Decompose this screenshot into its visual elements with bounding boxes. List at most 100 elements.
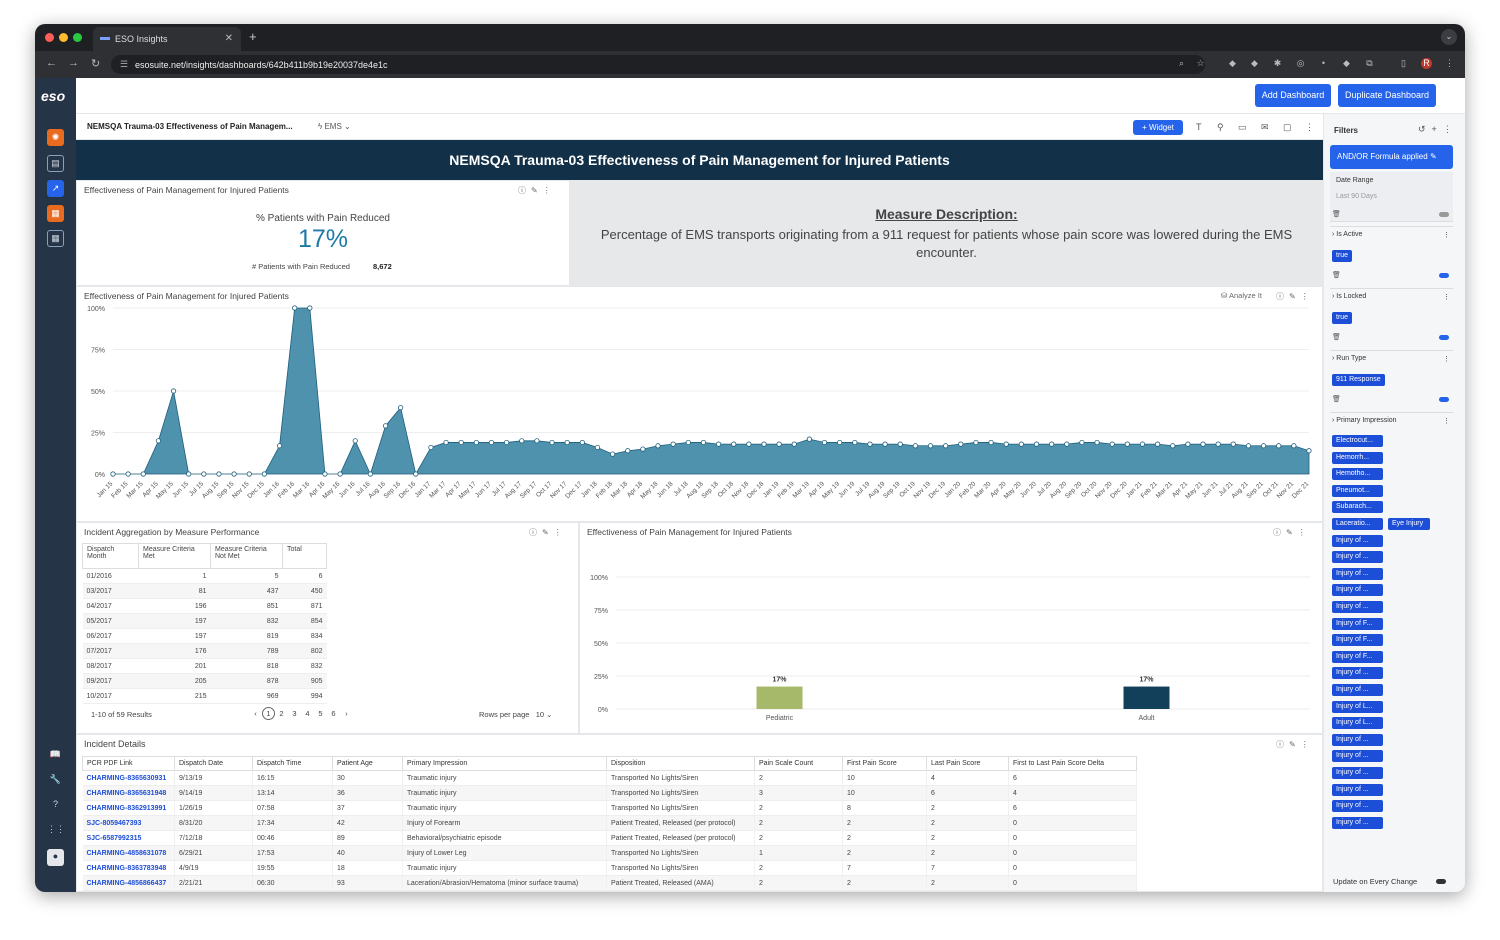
data-point[interactable] [731,441,737,447]
analyze-it-button[interactable]: ⛁ Analyze It [1221,291,1262,300]
data-point[interactable] [1170,443,1176,449]
impression-chip[interactable]: Injury of ... [1332,783,1383,796]
info-icon[interactable]: ⓘ [529,528,542,537]
data-point[interactable] [943,443,949,449]
data-point[interactable] [1291,443,1297,449]
details-header-cell[interactable]: Patient Age [332,756,403,771]
data-point[interactable] [776,441,782,447]
data-point[interactable] [1276,443,1282,449]
data-point[interactable] [398,405,404,411]
data-point[interactable] [534,438,540,444]
data-point[interactable] [337,471,343,477]
data-point[interactable] [1064,441,1070,447]
reset-icon[interactable]: ↺ [1418,124,1432,134]
info-icon[interactable]: ⓘ [1276,292,1289,301]
data-point[interactable] [292,305,298,311]
andor-formula-button[interactable]: AND/OR Formula applied ✎ [1330,145,1453,169]
page-number[interactable]: 4 [301,709,314,718]
agg-header-cell[interactable]: Dispatch Month [82,543,139,569]
extension-icon[interactable]: ◎ [1295,58,1306,69]
back-icon[interactable]: ← [46,57,57,69]
dashboard-chart-icon[interactable]: ↗ [47,180,64,197]
data-point[interactable] [1139,441,1146,447]
layout-tool-icon[interactable]: ▭ [1238,122,1247,133]
pcr-pdf-link[interactable]: CHARMING-4858631078 [82,845,175,861]
widget-menu-icon[interactable]: ⋮ [543,186,556,195]
data-point[interactable] [1215,441,1221,447]
pcr-pdf-link[interactable]: CHARMING-4856866437 [82,875,175,891]
run-type-chip[interactable]: 911 Response [1332,374,1385,386]
impression-chip[interactable]: Injury of L... [1332,700,1383,713]
agg-header-cell[interactable]: Total [282,543,327,569]
impression-chip[interactable]: Injury of ... [1332,534,1383,547]
data-point[interactable] [216,471,222,477]
data-point[interactable] [837,439,843,446]
tab-search-icon[interactable]: ⌄ [1441,29,1457,45]
wrench-icon[interactable]: 🔧 [47,772,64,789]
data-point[interactable] [715,441,722,447]
eso-logo[interactable]: eso [41,88,65,104]
update-on-change-toggle[interactable] [1436,879,1446,884]
grid-report-icon[interactable]: ▦ [47,230,64,247]
bar-pediatric[interactable] [756,686,803,709]
data-point[interactable] [231,471,237,477]
is-active-chip[interactable]: true [1332,250,1353,262]
data-point[interactable] [1260,443,1267,449]
impression-chip[interactable]: Hemorrh... [1332,451,1383,464]
toggle-switch[interactable] [1439,397,1449,402]
present-icon[interactable]: ▢ [1283,122,1292,133]
data-point[interactable] [973,439,979,446]
data-point[interactable] [640,446,646,452]
bar-adult[interactable] [1123,686,1170,709]
details-header-cell[interactable]: Last Pain Score [926,756,1009,771]
data-point[interactable] [488,439,495,446]
is-locked-chip[interactable]: true [1332,312,1353,324]
trash-icon[interactable]: 🗑 [1332,333,1341,341]
data-point[interactable] [352,438,358,444]
page-number[interactable]: 6 [327,709,340,718]
data-point[interactable] [413,471,419,477]
data-point[interactable] [1245,443,1252,449]
edit-icon[interactable]: ✎ [1289,740,1301,749]
data-point[interactable] [594,444,601,451]
data-point[interactable] [1094,439,1100,446]
details-header-cell[interactable]: Dispatch Time [252,756,333,771]
data-point[interactable] [458,439,464,446]
extension-icon[interactable]: ◆ [1227,58,1238,69]
filter-tool-icon[interactable]: ⚲ [1217,122,1224,133]
data-point[interactable] [625,448,631,454]
data-point[interactable] [443,439,449,446]
page-number[interactable]: 5 [314,709,327,718]
data-point[interactable] [201,471,207,477]
data-point[interactable] [307,305,313,311]
trash-icon[interactable]: 🗑 [1332,271,1341,279]
data-icon[interactable]: ▦ [47,205,64,222]
trash-icon[interactable]: 🗑 [1332,210,1341,218]
text-tool-icon[interactable]: T [1196,122,1202,132]
add-filter-icon[interactable]: + [1432,124,1443,134]
widget-menu-icon[interactable]: ⋮ [1301,740,1314,749]
data-point[interactable] [155,438,162,444]
extension-icon[interactable]: ✱ [1272,58,1283,69]
data-point[interactable] [1155,441,1161,447]
report-icon[interactable]: ▤ [47,155,64,172]
forward-icon[interactable]: → [68,57,79,69]
info-icon[interactable]: ⓘ [1276,740,1289,749]
apps-grid-icon[interactable]: ⋮⋮ [47,822,65,839]
data-point[interactable] [246,471,252,477]
toggle-switch[interactable] [1439,212,1449,217]
data-point[interactable] [140,471,146,477]
details-header-cell[interactable]: Disposition [606,756,755,771]
edit-icon[interactable]: ✎ [542,528,554,537]
data-point[interactable] [1200,441,1206,447]
user-avatar-icon[interactable]: ● [47,849,64,866]
agg-header-cell[interactable]: Measure Criteria Not Met [210,543,283,569]
data-point[interactable] [579,439,585,446]
data-point[interactable] [1124,441,1130,447]
data-point[interactable] [852,439,858,446]
close-window-icon[interactable] [45,33,54,42]
impression-chip[interactable]: Injury of F... [1332,634,1383,647]
info-icon[interactable]: ⓘ [518,186,531,195]
data-point[interactable] [1230,441,1236,447]
extension-icon[interactable]: • [1318,58,1329,69]
